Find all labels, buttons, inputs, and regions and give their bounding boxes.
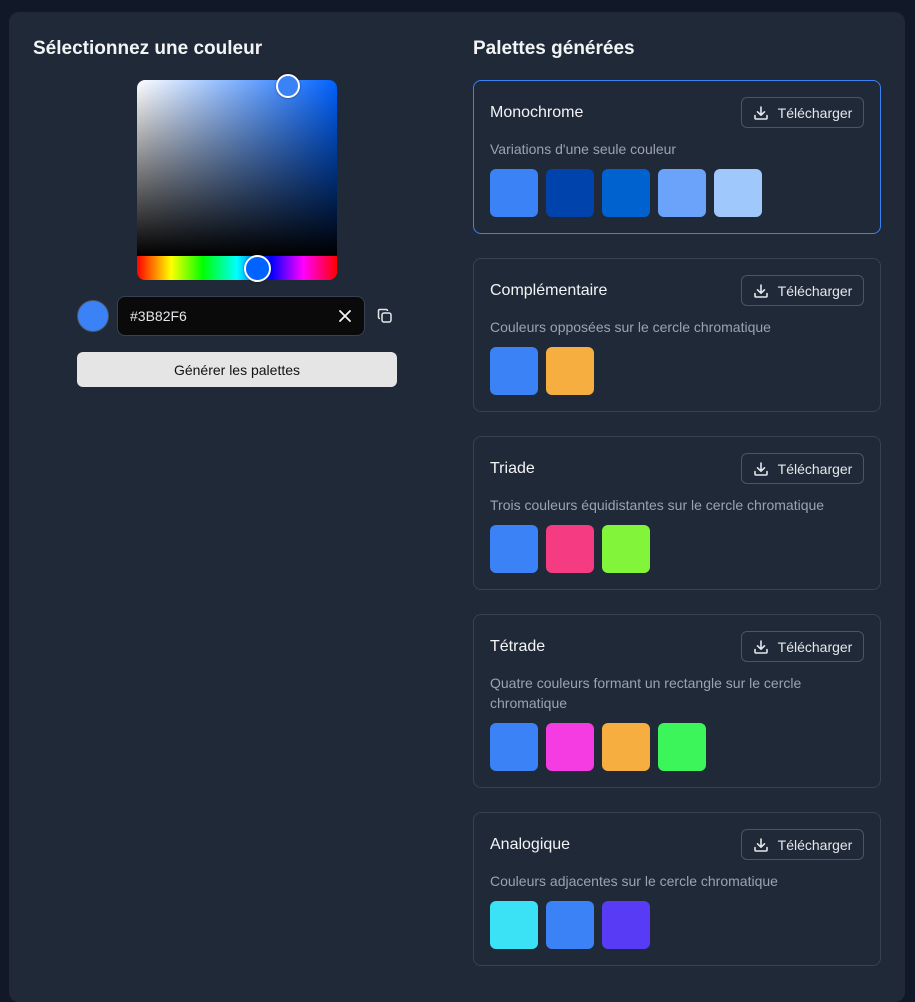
download-icon [753,105,769,121]
palette-swatches [490,723,706,771]
download-button[interactable]: Télécharger [741,453,864,484]
color-swatch[interactable] [490,525,538,573]
palettes-title: Palettes générées [473,38,635,59]
palette-swatches [490,169,762,217]
download-icon [753,837,769,853]
download-label: Télécharger [777,638,853,655]
color-swatch[interactable] [546,723,594,771]
color-swatch[interactable] [490,723,538,771]
hex-input[interactable] [130,307,330,325]
hue-slider[interactable] [137,256,337,280]
palette-title: Complémentaire [490,282,608,299]
color-swatch[interactable] [490,169,538,217]
download-label: Télécharger [777,282,853,299]
palette-card-complementaire[interactable]: Complémentaire Télécharger Couleurs opposé… [473,258,881,412]
palette-description: Variations d'une seule couleur [490,141,677,157]
palette-description: Couleurs opposées sur le cercle chromati… [490,319,771,335]
hex-field[interactable] [117,296,365,336]
color-swatch[interactable] [546,901,594,949]
palette-title: Monochrome [490,104,584,121]
color-swatch[interactable] [602,723,650,771]
download-label: Télécharger [777,460,853,477]
palette-card-triade[interactable]: Triade Télécharger Trois couleurs équidist… [473,436,881,590]
clear-icon[interactable] [336,307,354,325]
palette-description: Quatre couleurs formant un rectangle sur… [490,675,802,711]
saturation-value-area[interactable] [137,80,337,256]
palette-title: Triade [490,460,535,477]
download-icon [753,639,769,655]
color-swatch[interactable] [490,901,538,949]
palette-card-tetrade[interactable]: Tétrade Télécharger Quatre couleurs forman… [473,614,881,788]
picker-title: Sélectionnez une couleur [33,38,263,59]
palette-title: Analogique [490,836,571,853]
color-preview-swatch [77,300,109,332]
palette-swatches [490,901,650,949]
color-swatch[interactable] [546,347,594,395]
download-icon [753,461,769,477]
download-label: Télécharger [777,836,853,853]
color-swatch[interactable] [546,169,594,217]
color-swatch[interactable] [602,901,650,949]
download-label: Télécharger [777,104,853,121]
palette-card-analogique[interactable]: Analogique Télécharger Couleurs adjacentes… [473,812,881,966]
download-button[interactable]: Télécharger [741,829,864,860]
download-icon [753,283,769,299]
download-button[interactable]: Télécharger [741,275,864,306]
color-swatch[interactable] [546,525,594,573]
palette-card-monochrome[interactable]: Monochrome Télécharger Variations d'une se… [473,80,881,234]
color-swatch[interactable] [714,169,762,217]
saturation-value-handle[interactable] [276,74,300,98]
palette-title: Tétrade [490,638,546,655]
generate-palettes-button[interactable]: Générer les palettes [77,352,397,387]
color-swatch[interactable] [658,723,706,771]
color-swatch[interactable] [490,347,538,395]
download-button[interactable]: Télécharger [741,631,864,662]
hue-handle[interactable] [244,255,271,282]
color-swatch[interactable] [602,525,650,573]
palette-swatches [490,525,650,573]
palette-description: Couleurs adjacentes sur le cercle chroma… [490,873,778,889]
color-swatch[interactable] [658,169,706,217]
palette-swatches [490,347,594,395]
color-swatch[interactable] [602,169,650,217]
download-button[interactable]: Télécharger [741,97,864,128]
palette-description: Trois couleurs équidistantes sur le cerc… [490,497,825,513]
copy-icon[interactable] [375,306,395,326]
